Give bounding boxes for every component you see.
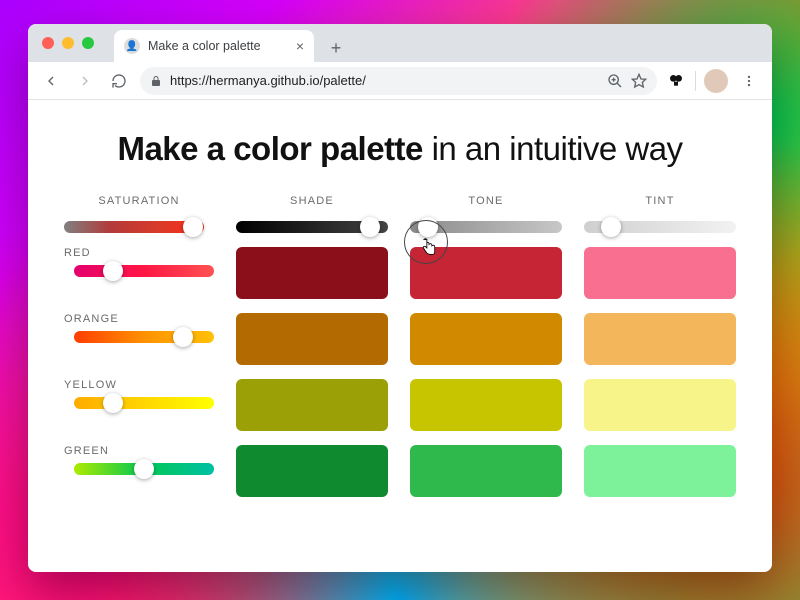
row-label-text: RED bbox=[64, 247, 91, 259]
swatch-yellow-shade[interactable] bbox=[236, 379, 388, 431]
row-label-red: RED bbox=[64, 247, 214, 299]
row-label-green: GREEN bbox=[64, 445, 214, 497]
lock-icon bbox=[150, 75, 162, 87]
palette-grid: SATURATION SHADE TONE TINT REDORAN bbox=[64, 195, 736, 497]
browser-tab-active[interactable]: 👤 Make a color palette × bbox=[114, 30, 314, 62]
url-text: https://hermanya.github.io/palette/ bbox=[170, 73, 599, 88]
new-tab-button[interactable]: + bbox=[322, 34, 350, 62]
row-label-text: GREEN bbox=[64, 445, 109, 457]
row-label-yellow: YELLOW bbox=[64, 379, 214, 431]
window-controls bbox=[36, 24, 100, 62]
swatch-red-tint[interactable] bbox=[584, 247, 736, 299]
swatch-red-shade[interactable] bbox=[236, 247, 388, 299]
swatch-green-tone[interactable] bbox=[410, 445, 562, 497]
hue-slider-red[interactable] bbox=[74, 265, 214, 277]
swatch-orange-tint[interactable] bbox=[584, 313, 736, 365]
swatch-yellow-tone[interactable] bbox=[410, 379, 562, 431]
profile-avatar[interactable] bbox=[704, 69, 728, 93]
swatch-green-shade[interactable] bbox=[236, 445, 388, 497]
hue-slider-green[interactable] bbox=[74, 463, 214, 475]
shade-slider-thumb[interactable] bbox=[360, 217, 380, 237]
desktop-wallpaper: 👤 Make a color palette × + https://herma… bbox=[0, 0, 800, 600]
swatch-red-tone[interactable] bbox=[410, 247, 562, 299]
swatch-orange-tone[interactable] bbox=[410, 313, 562, 365]
page-content: Make a color palette in an intuitive way… bbox=[28, 100, 772, 572]
saturation-slider-thumb[interactable] bbox=[183, 217, 203, 237]
tone-slider-thumb[interactable] bbox=[418, 217, 438, 237]
zoom-window-button[interactable] bbox=[82, 37, 94, 49]
tint-slider-thumb[interactable] bbox=[601, 217, 621, 237]
tab-title: Make a color palette bbox=[148, 39, 288, 53]
shade-slider[interactable] bbox=[236, 221, 388, 233]
star-icon[interactable] bbox=[631, 73, 647, 89]
menu-button[interactable] bbox=[736, 68, 762, 94]
hue-slider-yellow[interactable] bbox=[74, 397, 214, 409]
tab-close-button[interactable]: × bbox=[296, 39, 304, 53]
back-button[interactable] bbox=[38, 68, 64, 94]
column-header-shade: SHADE bbox=[236, 195, 388, 207]
favicon-icon: 👤 bbox=[124, 38, 140, 54]
row-label-orange: ORANGE bbox=[64, 313, 214, 365]
column-header-saturation: SATURATION bbox=[64, 195, 214, 207]
column-header-tint: TINT bbox=[584, 195, 736, 207]
address-bar[interactable]: https://hermanya.github.io/palette/ bbox=[140, 67, 657, 95]
extension-icon[interactable] bbox=[665, 70, 687, 92]
saturation-slider[interactable] bbox=[64, 221, 204, 233]
reload-button[interactable] bbox=[106, 68, 132, 94]
toolbar-divider bbox=[695, 71, 696, 91]
swatch-green-tint[interactable] bbox=[584, 445, 736, 497]
forward-button[interactable] bbox=[72, 68, 98, 94]
zoom-icon[interactable] bbox=[607, 73, 623, 89]
hue-slider-thumb[interactable] bbox=[103, 393, 123, 413]
hue-slider-orange[interactable] bbox=[74, 331, 214, 343]
swatch-yellow-tint[interactable] bbox=[584, 379, 736, 431]
hue-slider-thumb[interactable] bbox=[173, 327, 193, 347]
minimize-window-button[interactable] bbox=[62, 37, 74, 49]
column-header-tone: TONE bbox=[410, 195, 562, 207]
tab-strip: 👤 Make a color palette × + bbox=[28, 24, 772, 62]
close-window-button[interactable] bbox=[42, 37, 54, 49]
swatch-orange-shade[interactable] bbox=[236, 313, 388, 365]
page-title: Make a color palette in an intuitive way bbox=[64, 128, 736, 169]
hue-slider-thumb[interactable] bbox=[103, 261, 123, 281]
hue-slider-thumb[interactable] bbox=[134, 459, 154, 479]
browser-toolbar: https://hermanya.github.io/palette/ bbox=[28, 62, 772, 100]
row-label-text: ORANGE bbox=[64, 313, 119, 325]
tone-slider[interactable] bbox=[410, 221, 562, 233]
row-label-text: YELLOW bbox=[64, 379, 117, 391]
tint-slider[interactable] bbox=[584, 221, 736, 233]
browser-window: 👤 Make a color palette × + https://herma… bbox=[28, 24, 772, 572]
